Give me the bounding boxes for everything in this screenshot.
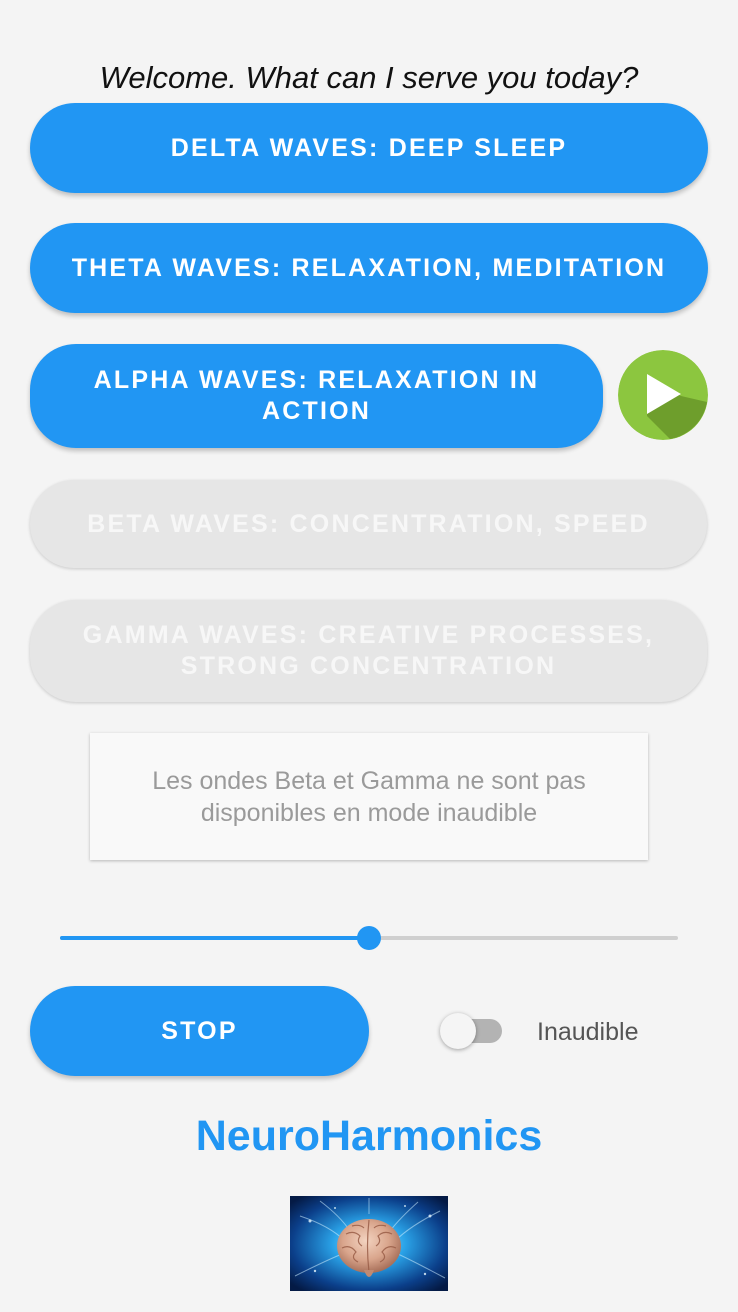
alpha-waves-button[interactable]: ALPHA WAVES: RELAXATION IN ACTION (30, 344, 603, 448)
inaudible-toggle-thumb (440, 1013, 476, 1049)
info-message: Les ondes Beta et Gamma ne sont pas disp… (90, 733, 648, 860)
info-message-text: Les ondes Beta et Gamma ne sont pas disp… (152, 766, 586, 827)
theta-waves-button[interactable]: THETA WAVES: RELAXATION, MEDITATION (30, 223, 708, 313)
inaudible-label: Inaudible (537, 1018, 639, 1046)
brain-icon (290, 1196, 448, 1291)
brain-image (290, 1196, 448, 1291)
app-title: NeuroHarmonics (195, 1112, 543, 1160)
play-icon (618, 350, 708, 440)
welcome-heading: Welcome. What can I serve you today? (99, 60, 639, 95)
play-button[interactable] (618, 350, 708, 440)
delta-waves-button[interactable]: DELTA WAVES: DEEP SLEEP (30, 103, 708, 193)
volume-slider[interactable] (60, 926, 678, 950)
stop-button[interactable]: STOP (30, 986, 369, 1076)
beta-waves-button[interactable]: BETA WAVES: CONCENTRATION, SPEED (30, 480, 707, 568)
gamma-waves-button[interactable]: GAMMA WAVES: CREATIVE PROCESSES, STRONG … (30, 600, 707, 702)
volume-slider-thumb[interactable] (357, 926, 381, 950)
volume-slider-fill (60, 936, 369, 940)
inaudible-toggle[interactable] (440, 1013, 502, 1051)
